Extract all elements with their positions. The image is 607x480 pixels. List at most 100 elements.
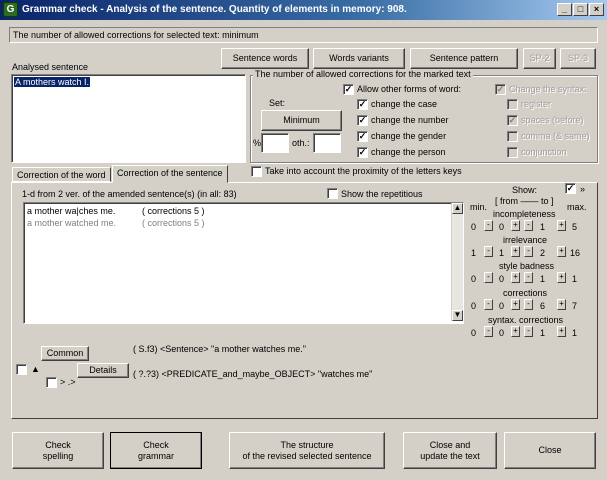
stat-to-minus-button[interactable]: -	[524, 272, 533, 283]
stat-from-minus-button[interactable]: -	[484, 220, 493, 231]
conjunction-label: conjunction	[521, 147, 567, 157]
stat-to-syntax-corrections: 1	[540, 328, 546, 338]
small-checkbox[interactable]	[46, 377, 57, 388]
stat-to-plus-button[interactable]: +	[557, 220, 566, 231]
stat-from-minus-button[interactable]: -	[484, 272, 493, 283]
stat-from-plus-button[interactable]: +	[511, 272, 520, 283]
stat-min-syntax-corrections: 0	[471, 328, 477, 338]
tab-correction-word[interactable]: Correction of the word	[12, 167, 111, 182]
stat-to-plus-button[interactable]: +	[557, 299, 566, 310]
close-button[interactable]: Close	[504, 432, 596, 469]
show-repetitious-checkbox[interactable]	[327, 188, 338, 199]
minimize-button[interactable]: _	[557, 3, 572, 16]
allow-forms-checkbox[interactable]: ✓	[343, 84, 354, 95]
change-syntax-checkbox[interactable]: ✓	[495, 84, 506, 95]
stat-to-irrelevance: 2	[540, 248, 546, 258]
comma-checkbox[interactable]	[507, 131, 518, 142]
stat-name-incompleteness: incompleteness	[493, 209, 556, 219]
conjunction-checkbox[interactable]	[507, 147, 518, 158]
stat-from-plus-button[interactable]: +	[511, 220, 520, 231]
title-bar[interactable]: G Grammar check - Analysis of the senten…	[0, 0, 607, 20]
sentence-pattern-button[interactable]: Sentence pattern	[410, 48, 518, 69]
analysed-sentence-text[interactable]: A mothers watch I.	[14, 77, 91, 87]
stat-max-incompleteness: 5	[572, 222, 578, 232]
show-label: Show:	[512, 185, 538, 195]
result-row-1-text[interactable]: a mother wa|ches me.	[27, 206, 115, 216]
sp2-button[interactable]: SP-2	[523, 48, 556, 69]
variants-header: 1-d from 2 ver. of the amended sentence(…	[22, 189, 237, 199]
stat-to-plus-button[interactable]: +	[557, 272, 566, 283]
corrections-group-title: The number of allowed corrections for th…	[253, 69, 473, 79]
stat-name-syntax-corrections: syntax. corrections	[488, 315, 564, 325]
max-label: max.	[567, 202, 587, 212]
stat-to-minus-button[interactable]: -	[524, 326, 533, 337]
stat-to-plus-button[interactable]: +	[557, 246, 566, 257]
stat-name-style-badness: style badness	[499, 261, 555, 271]
stat-max-style-badness: 1	[572, 274, 578, 284]
stat-from-minus-button[interactable]: -	[484, 246, 493, 257]
stat-from-minus-button[interactable]: -	[484, 326, 493, 337]
results-list[interactable]: a mother wa|ches me. ( corrections 5 ) a…	[23, 202, 464, 324]
result-row-1-info: ( corrections 5 )	[142, 206, 205, 216]
proximity-label: Take into account the proximity of the l…	[265, 166, 462, 176]
stat-to-minus-button[interactable]: -	[524, 246, 533, 257]
check-spelling-button[interactable]: Check spelling	[12, 432, 104, 469]
proximity-checkbox[interactable]	[251, 166, 262, 177]
stat-from-minus-button[interactable]: -	[484, 299, 493, 310]
close-window-button[interactable]: ×	[589, 3, 604, 16]
change-gender-checkbox[interactable]: ✓	[357, 131, 368, 142]
info-line-box: The number of allowed corrections for se…	[9, 27, 598, 43]
details-button[interactable]: Details	[77, 363, 129, 378]
structure-checkbox[interactable]	[16, 364, 27, 375]
percent-input[interactable]	[261, 133, 289, 153]
stat-to-style-badness: 1	[540, 274, 546, 284]
change-case-checkbox[interactable]: ✓	[357, 99, 368, 110]
stat-from-plus-button[interactable]: +	[511, 299, 520, 310]
stat-from-plus-button[interactable]: +	[511, 246, 520, 257]
close-update-button[interactable]: Close and update the text	[403, 432, 497, 469]
stat-name-corrections: corrections	[503, 288, 548, 298]
sp3-button[interactable]: SP-3	[560, 48, 596, 69]
analysed-sentence-box[interactable]: A mothers watch I.	[11, 74, 246, 163]
stat-from-corrections: 0	[499, 301, 505, 311]
spaces-label: spaces (before)	[521, 115, 584, 125]
stat-from-style-badness: 0	[499, 274, 505, 284]
change-person-label: change the person	[371, 147, 446, 157]
set-label: Set:	[269, 98, 286, 108]
stat-to-incompleteness: 1	[540, 222, 546, 232]
show-checkbox[interactable]: ✓	[565, 183, 576, 194]
stat-max-corrections: 7	[572, 301, 578, 311]
register-label: register	[521, 99, 552, 109]
stat-from-syntax-corrections: 0	[499, 328, 505, 338]
spaces-checkbox[interactable]: ✓	[507, 115, 518, 126]
info-line: The number of allowed corrections for se…	[13, 30, 259, 40]
allow-forms-label: Allow other forms of word:	[357, 84, 462, 94]
stat-from-plus-button[interactable]: +	[511, 326, 520, 337]
change-syntax-label: Change the syntax:	[509, 84, 587, 94]
comma-label: comma (& same)	[521, 131, 590, 141]
stat-to-corrections: 6	[540, 301, 546, 311]
change-person-checkbox[interactable]: ✓	[357, 147, 368, 158]
app-icon: G	[3, 2, 18, 17]
minimum-button[interactable]: Minimum	[261, 110, 342, 131]
register-checkbox[interactable]	[507, 99, 518, 110]
change-number-checkbox[interactable]: ✓	[357, 115, 368, 126]
oth-input[interactable]	[313, 133, 341, 153]
stat-to-minus-button[interactable]: -	[524, 220, 533, 231]
scroll-up-arrow-icon[interactable]: ▲	[452, 203, 463, 214]
common-button[interactable]: Common	[41, 346, 89, 361]
scroll-down-arrow-icon[interactable]: ▼	[452, 310, 463, 321]
words-variants-button[interactable]: Words variants	[313, 48, 405, 69]
results-scrollbar[interactable]: ▲ ▼	[451, 203, 463, 321]
result-row-2-text[interactable]: a mother watched me.	[27, 218, 116, 228]
stat-to-plus-button[interactable]: +	[557, 326, 566, 337]
oth-label: oth.:	[292, 138, 310, 148]
structure-button[interactable]: The structure of the revised selected se…	[229, 432, 385, 469]
restore-button[interactable]: □	[573, 3, 588, 16]
check-grammar-button[interactable]: Check grammar	[110, 432, 202, 469]
tab-correction-sentence[interactable]: Correction of the sentence	[112, 165, 228, 183]
show-repetitious-label: Show the repetitious	[341, 189, 423, 199]
stat-from-irrelevance: 1	[499, 248, 505, 258]
sentence-words-button[interactable]: Sentence words	[221, 48, 309, 69]
stat-to-minus-button[interactable]: -	[524, 299, 533, 310]
